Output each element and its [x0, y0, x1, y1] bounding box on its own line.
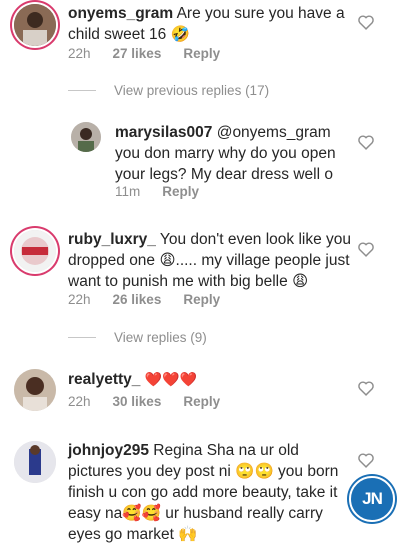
heart-outline-icon[interactable]: [357, 134, 375, 150]
comment-text: johnjoy295 Regina Sha na ur old pictures…: [68, 440, 350, 545]
heart-outline-icon[interactable]: [357, 241, 375, 257]
likes-count[interactable]: 26 likes: [113, 292, 162, 307]
comment-meta: 11m Reply: [115, 184, 199, 199]
comment-time: 22h: [68, 394, 91, 409]
comment-meta: 22h 26 likes Reply: [68, 292, 220, 307]
watermark-logo: JN: [349, 476, 395, 522]
heart-outline-icon[interactable]: [357, 380, 375, 396]
comment-text: onyems_gram Are you sure you have a chil…: [68, 3, 348, 45]
avatar[interactable]: [14, 4, 56, 46]
reply-button[interactable]: Reply: [183, 46, 220, 61]
likes-count[interactable]: 30 likes: [113, 394, 162, 409]
avatar-photo: [14, 441, 56, 483]
reply-button[interactable]: Reply: [183, 394, 220, 409]
view-previous-replies[interactable]: View previous replies (17): [68, 83, 269, 98]
comment-text: marysilas007 @onyems_gram you don marry …: [115, 122, 350, 185]
likes-count[interactable]: 27 likes: [113, 46, 162, 61]
avatar-photo: [14, 4, 56, 46]
comment-time: 22h: [68, 292, 91, 307]
heart-outline-icon[interactable]: [357, 452, 375, 468]
divider-line: [68, 90, 96, 91]
comment-username[interactable]: realyetty_: [68, 371, 140, 388]
comment-meta: 22h 30 likes Reply: [68, 394, 220, 409]
reply-button[interactable]: Reply: [183, 292, 220, 307]
avatar-photo: [71, 122, 101, 152]
comment-time: 22h: [68, 46, 91, 61]
avatar[interactable]: [14, 441, 56, 483]
comment-username[interactable]: onyems_gram: [68, 5, 173, 22]
comment-username[interactable]: marysilas007: [115, 124, 212, 141]
comment-body: ❤️❤️❤️: [144, 371, 197, 387]
divider-line: [68, 337, 96, 338]
comment-username[interactable]: johnjoy295: [68, 442, 149, 459]
avatar-photo: [14, 369, 56, 411]
view-replies[interactable]: View replies (9): [68, 330, 207, 345]
avatar[interactable]: [71, 122, 101, 152]
watermark-text: JN: [362, 489, 383, 508]
comment-text: realyetty_ ❤️❤️❤️: [68, 369, 348, 390]
heart-outline-icon[interactable]: [357, 14, 375, 30]
comment-username[interactable]: ruby_luxry_: [68, 231, 156, 248]
avatar[interactable]: [14, 230, 56, 272]
avatar-photo: [14, 230, 56, 272]
view-previous-replies-label[interactable]: View previous replies (17): [114, 83, 269, 98]
comment-time: 11m: [115, 184, 141, 199]
reply-button[interactable]: Reply: [162, 184, 199, 199]
comment-meta: 22h 27 likes Reply: [68, 46, 220, 61]
avatar[interactable]: [14, 369, 56, 411]
comment-text: ruby_luxry_ You don't even look like you…: [68, 229, 353, 292]
view-replies-label[interactable]: View replies (9): [114, 330, 207, 345]
